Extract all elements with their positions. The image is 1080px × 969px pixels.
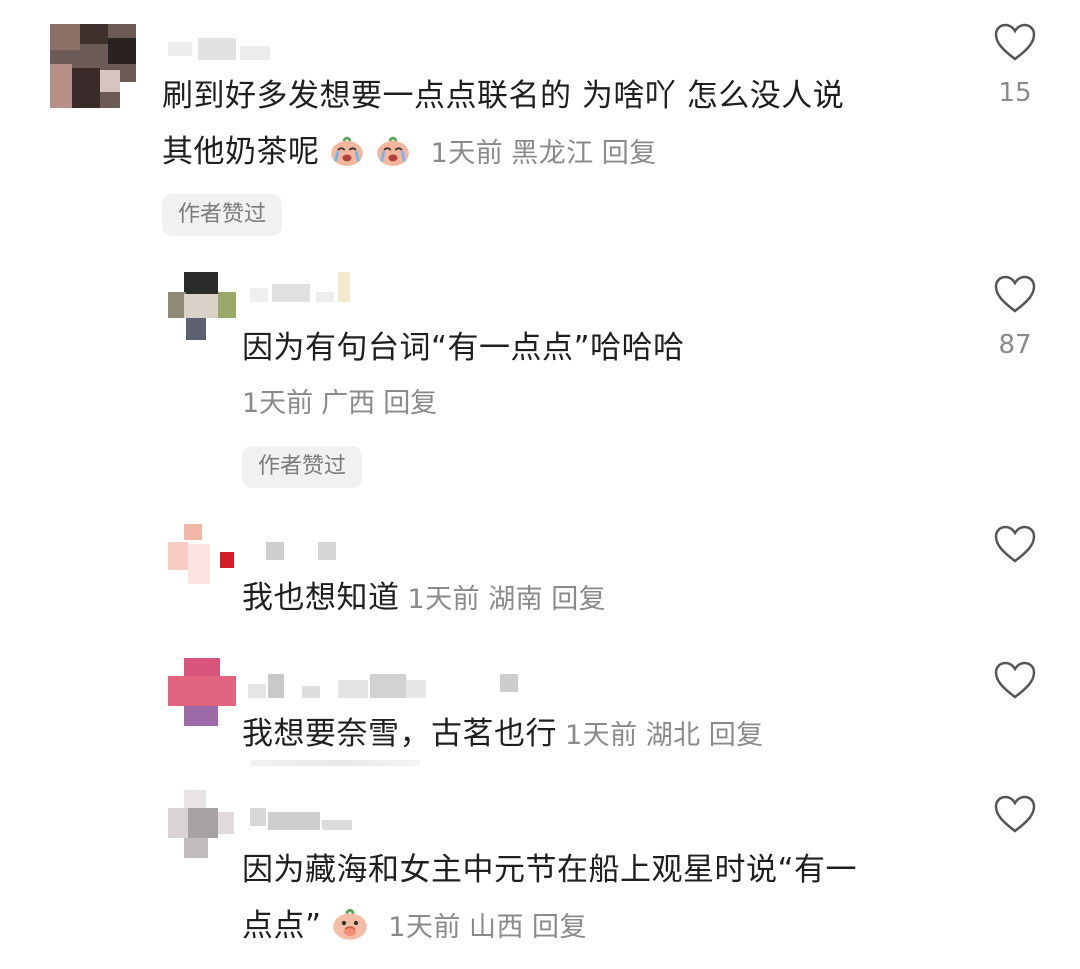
comment-location: 湖北 xyxy=(645,720,701,751)
comment-meta: 1天前 山西 回复 xyxy=(388,912,595,943)
comment-time: 1天前 xyxy=(430,138,504,169)
reply-button[interactable]: 回复 xyxy=(551,584,606,615)
comment-time: 1天前 xyxy=(565,720,638,751)
like-button[interactable]: 15 xyxy=(985,22,1045,108)
author-liked-badge: 作者赞过 xyxy=(162,194,283,236)
comment-meta: 1天前 湖北 回复 xyxy=(565,720,772,751)
comment-meta: 1天前 黑龙江 回复 xyxy=(431,138,665,169)
comment-text: 我也想知道 1天前 湖南 回复 xyxy=(242,570,962,628)
avatar[interactable] xyxy=(168,524,236,592)
username-blurred[interactable] xyxy=(250,808,370,830)
comment-line: 点点” xyxy=(242,908,322,944)
avatar[interactable] xyxy=(168,790,236,858)
comment-text: 因为藏海和女主中元节在船上观星时说“有一 点点” 1天前 山西 回复 xyxy=(242,842,962,956)
username-blurred[interactable] xyxy=(266,542,346,564)
divider xyxy=(250,760,420,766)
comment-text: 我想要奈雪，古茗也行 1天前 湖北 回复 xyxy=(242,706,962,764)
comment-item: 因为有句台词“有一点点”哈哈哈 1天前 广西 回复 作者赞过 87 xyxy=(0,250,1080,500)
username-blurred[interactable] xyxy=(250,272,370,302)
comment-location: 山西 xyxy=(468,912,524,943)
like-count: 15 xyxy=(998,78,1032,108)
reply-button[interactable]: 回复 xyxy=(532,912,587,943)
avatar[interactable] xyxy=(168,272,236,340)
crying-peach-emoji xyxy=(320,134,377,170)
author-liked-badge: 作者赞过 xyxy=(242,446,363,488)
comment-item: 刷到好多发想要一点点联名的 为啥吖 怎么没人说 其他奶茶呢 1天前 黑龙江 回复… xyxy=(0,0,1080,250)
reply-button[interactable]: 回复 xyxy=(383,388,437,419)
comment-time: 1天前 xyxy=(242,388,314,419)
heart-icon xyxy=(994,525,1036,563)
reply-button[interactable]: 回复 xyxy=(709,720,764,751)
comment-location: 广西 xyxy=(321,388,376,419)
comment-meta: 1天前 湖南 回复 xyxy=(408,584,615,615)
comment-line: 其他奶茶呢 xyxy=(162,134,320,170)
comment-item: 我想要奈雪，古茗也行 1天前 湖北 回复 xyxy=(0,648,1080,778)
username-blurred[interactable] xyxy=(248,674,548,698)
heart-icon xyxy=(994,23,1036,61)
reply-button[interactable]: 回复 xyxy=(602,138,657,169)
avatar[interactable] xyxy=(168,658,236,726)
like-button[interactable] xyxy=(985,794,1045,838)
like-count: 87 xyxy=(998,330,1032,360)
comment-line: 刷到好多发想要一点点联名的 为啥吖 怎么没人说 xyxy=(162,78,845,114)
avatar[interactable] xyxy=(50,24,136,108)
comment-text: 刷到好多发想要一点点联名的 为啥吖 怎么没人说 其他奶茶呢 1天前 黑龙江 回复 xyxy=(162,68,952,182)
comment-item: 我也想知道 1天前 湖南 回复 xyxy=(0,510,1080,640)
covering-mouth-peach-emoji xyxy=(322,908,381,944)
like-button[interactable]: 87 xyxy=(985,274,1045,360)
comment-line: 因为藏海和女主中元节在船上观星时说“有一 xyxy=(242,852,858,888)
comment-line: 我也想知道 xyxy=(242,580,400,616)
comment-item: 因为藏海和女主中元节在船上观星时说“有一 点点” 1天前 山西 回复 xyxy=(0,782,1080,969)
username-blurred[interactable] xyxy=(168,38,308,60)
heart-icon xyxy=(994,661,1036,699)
crying-peach-emoji xyxy=(376,134,422,170)
comment-time: 1天前 xyxy=(407,584,481,615)
comment-line: 我想要奈雪，古茗也行 xyxy=(242,716,557,752)
like-button[interactable] xyxy=(985,660,1045,704)
comment-time: 1天前 xyxy=(388,912,461,943)
heart-icon xyxy=(994,795,1036,833)
comment-location: 湖南 xyxy=(488,584,544,615)
comment-line: 因为有句台词“有一点点”哈哈哈 xyxy=(242,330,685,366)
comment-meta: 1天前 广西 回复 xyxy=(242,386,445,422)
comment-text: 因为有句台词“有一点点”哈哈哈 xyxy=(242,320,942,376)
like-button[interactable] xyxy=(985,524,1045,568)
comment-location: 黑龙江 xyxy=(511,138,594,169)
heart-icon xyxy=(994,275,1036,313)
